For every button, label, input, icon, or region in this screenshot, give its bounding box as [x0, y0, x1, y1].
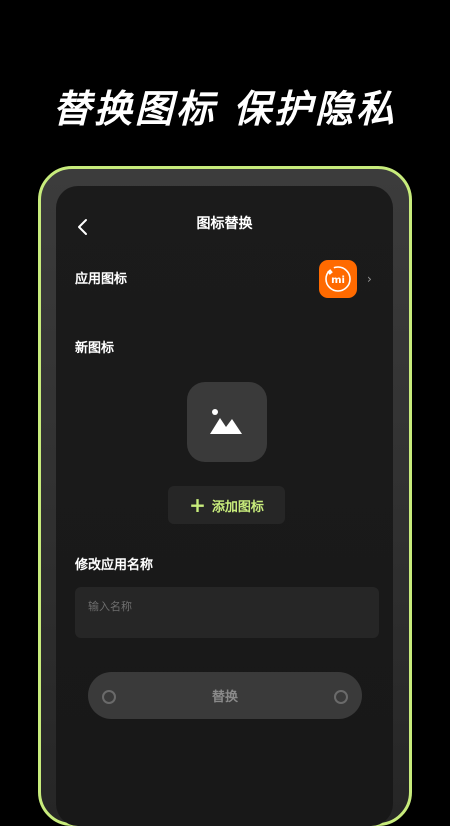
chevron-right-icon[interactable]: ›: [367, 272, 372, 286]
app-icon-selector[interactable]: mi: [319, 260, 357, 298]
mi-logo-text: mi: [331, 275, 345, 286]
promo-headline: 替换图标 保护隐私: [52, 87, 398, 131]
app-name-input[interactable]: [75, 587, 379, 638]
page-title: 图标替换: [196, 216, 253, 232]
new-icon-placeholder[interactable]: [187, 382, 267, 462]
right-circle-icon: [334, 690, 348, 704]
rename-label: 修改应用名称: [75, 558, 154, 573]
app-screen: 图标替换 应用图标 mi › 新图标 + 添加图标 修改应用名称 替换: [56, 186, 393, 826]
plus-icon: +: [189, 493, 206, 517]
add-icon-button[interactable]: + 添加图标: [168, 486, 285, 524]
mi-app-icon: mi: [325, 266, 351, 292]
image-icon: [210, 409, 242, 434]
replace-button[interactable]: 替换: [88, 672, 362, 719]
replace-button-label: 替换: [211, 690, 238, 705]
app-icon-label: 应用图标: [75, 272, 128, 287]
new-icon-label: 新图标: [75, 341, 115, 356]
add-icon-label: 添加图标: [211, 499, 264, 515]
